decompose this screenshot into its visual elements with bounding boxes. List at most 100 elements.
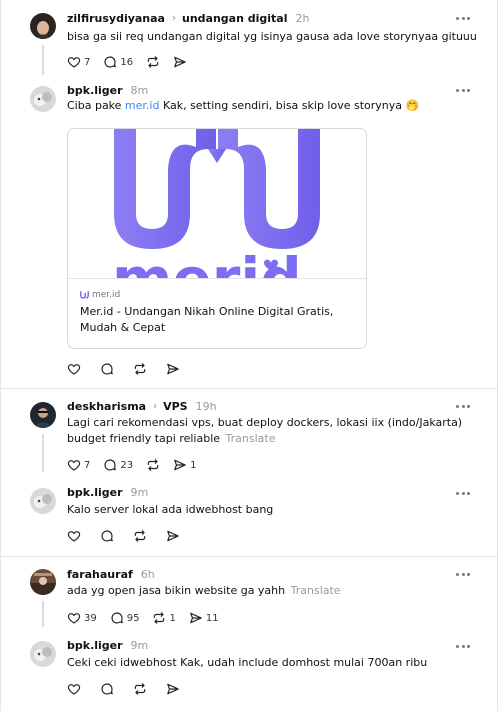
post-actions: 7 23 1 bbox=[67, 457, 209, 473]
share-button[interactable]: 11 bbox=[189, 610, 219, 626]
share-button[interactable]: 1 bbox=[173, 457, 196, 473]
share-count: 1 bbox=[190, 459, 197, 471]
comment-button[interactable] bbox=[100, 681, 114, 697]
comment-icon bbox=[111, 612, 123, 624]
post-text: Kalo server lokal ada idwebhost bang bbox=[67, 503, 274, 516]
avatar[interactable] bbox=[30, 641, 56, 667]
post-actions bbox=[67, 361, 193, 377]
like-button[interactable]: 7 bbox=[67, 54, 90, 70]
repost-icon bbox=[134, 683, 146, 695]
repost-icon bbox=[147, 56, 159, 68]
like-count: 39 bbox=[84, 612, 97, 624]
more-options-icon[interactable] bbox=[456, 643, 470, 649]
more-options-icon[interactable] bbox=[456, 15, 470, 21]
avatar[interactable] bbox=[30, 86, 56, 112]
username[interactable]: bpk.liger bbox=[67, 486, 123, 499]
repost-icon bbox=[147, 459, 159, 471]
thread-line bbox=[42, 434, 44, 472]
post-bpk-liger-reply: bpk.liger 8m Ciba pake mer.id Kak, setti… bbox=[1, 80, 497, 388]
text-segment: Kak, setting sendiri, bisa skip love sto… bbox=[159, 99, 420, 112]
translate-link[interactable]: Translate bbox=[226, 432, 276, 445]
avatar[interactable] bbox=[30, 569, 56, 595]
repost-button[interactable] bbox=[133, 361, 147, 377]
like-button[interactable]: 39 bbox=[67, 610, 97, 626]
comment-button[interactable] bbox=[100, 528, 114, 544]
comment-icon bbox=[101, 363, 113, 375]
comment-count: 95 bbox=[126, 612, 140, 624]
like-button[interactable] bbox=[67, 361, 81, 377]
send-icon bbox=[167, 363, 179, 375]
post-header: bpk.liger 9m bbox=[67, 637, 148, 653]
merid-link[interactable]: mer.id bbox=[125, 99, 160, 112]
post-actions bbox=[67, 681, 193, 697]
heart-icon bbox=[67, 613, 81, 624]
share-count: 11 bbox=[205, 612, 219, 624]
heart-icon bbox=[67, 531, 81, 542]
link-preview-card[interactable]: merid mer.id Mer.id - Undangan Nikah Onl… bbox=[67, 128, 367, 349]
chevron-right-icon: › bbox=[172, 12, 176, 24]
post-header: farahauraf 6h bbox=[67, 566, 155, 582]
post-text: Lagi cari rekomendasi vps, buat deploy d… bbox=[67, 415, 479, 447]
comment-button[interactable]: 16 bbox=[103, 54, 133, 70]
post-text: bisa ga sii req undangan digital yg isin… bbox=[67, 30, 477, 43]
comment-button[interactable]: 23 bbox=[103, 457, 133, 473]
more-options-icon[interactable] bbox=[456, 490, 470, 496]
merid-favicon-icon bbox=[80, 291, 89, 299]
card-site-label: mer.id bbox=[92, 290, 121, 300]
username[interactable]: bpk.liger bbox=[67, 84, 123, 97]
send-icon bbox=[167, 530, 179, 542]
like-button[interactable] bbox=[67, 528, 81, 544]
heart-icon bbox=[67, 364, 81, 375]
comment-button[interactable] bbox=[100, 361, 114, 377]
timestamp: 9m bbox=[130, 485, 149, 499]
card-site: mer.id bbox=[80, 290, 120, 300]
avatar[interactable] bbox=[30, 402, 56, 428]
share-button[interactable] bbox=[166, 681, 180, 697]
repost-button[interactable] bbox=[133, 681, 147, 697]
more-options-icon[interactable] bbox=[456, 87, 470, 93]
comment-icon bbox=[104, 459, 117, 471]
comment-icon bbox=[101, 683, 113, 695]
avatar[interactable] bbox=[30, 13, 56, 39]
username[interactable]: zilfirusydiyanaa bbox=[67, 12, 165, 25]
username[interactable]: bpk.liger bbox=[67, 639, 123, 652]
post-actions: 7 16 bbox=[67, 54, 200, 70]
comment-button[interactable]: 95 bbox=[110, 610, 140, 626]
comment-count: 23 bbox=[120, 459, 134, 471]
topic-tag[interactable]: undangan digital bbox=[182, 12, 288, 25]
username[interactable]: farahauraf bbox=[67, 568, 133, 581]
card-title: Mer.id - Undangan Nikah Online Digital G… bbox=[80, 305, 334, 334]
text-segment: ada yg open jasa bikin website ga yahh bbox=[67, 584, 286, 597]
merid-logo-image: merid bbox=[68, 129, 366, 279]
timestamp: 19h bbox=[195, 399, 217, 413]
post-header: deskharisma › VPS 19h bbox=[67, 398, 217, 414]
like-button[interactable] bbox=[67, 681, 81, 697]
topic-tag[interactable]: VPS bbox=[163, 400, 188, 413]
username[interactable]: deskharisma bbox=[67, 400, 146, 413]
translate-link[interactable]: Translate bbox=[291, 584, 341, 597]
share-button[interactable] bbox=[166, 361, 180, 377]
post-farahauraf: farahauraf 6h ada yg open jasa bikin web… bbox=[1, 557, 497, 630]
repost-button[interactable]: 1 bbox=[152, 610, 176, 626]
share-button[interactable] bbox=[166, 528, 180, 544]
share-button[interactable] bbox=[173, 54, 187, 70]
more-options-icon[interactable] bbox=[456, 571, 470, 577]
repost-count: 1 bbox=[169, 612, 176, 624]
thread-line bbox=[42, 45, 44, 75]
chevron-right-icon: › bbox=[153, 400, 158, 412]
repost-button[interactable] bbox=[133, 528, 147, 544]
heart-icon bbox=[67, 684, 81, 695]
timestamp: 8m bbox=[130, 83, 149, 97]
text-segment: Ciba pake bbox=[67, 99, 125, 112]
like-button[interactable]: 7 bbox=[67, 457, 90, 473]
repost-button[interactable] bbox=[146, 457, 160, 473]
send-icon bbox=[174, 459, 186, 471]
post-header: zilfirusydiyanaa › undangan digital 2h bbox=[67, 10, 309, 26]
repost-button[interactable] bbox=[146, 54, 160, 70]
more-options-icon[interactable] bbox=[456, 403, 470, 409]
logo-wordmark: merid bbox=[112, 245, 302, 278]
comment-icon bbox=[101, 530, 113, 542]
repost-icon bbox=[134, 530, 146, 542]
threads-feed: zilfirusydiyanaa › undangan digital 2h b… bbox=[0, 0, 498, 711]
avatar[interactable] bbox=[30, 488, 56, 514]
